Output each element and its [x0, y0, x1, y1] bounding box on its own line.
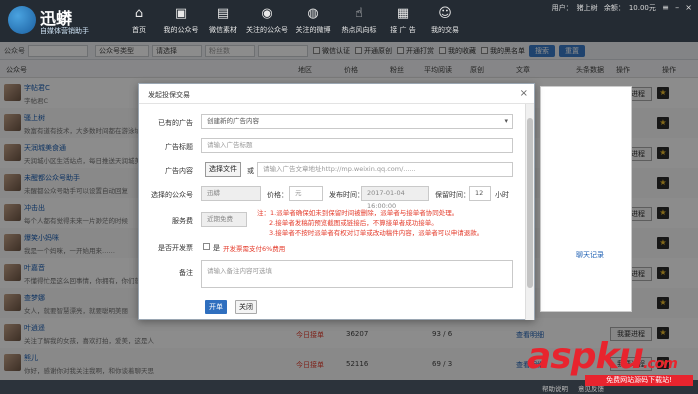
chosen-account-field: 迅蟒 — [201, 186, 261, 201]
user-name[interactable]: 猪上树 — [577, 4, 598, 12]
watermark-subtitle: 免费网站源码下载站! — [585, 375, 693, 386]
invoice-yes-label: 是 — [213, 244, 220, 252]
nav-ads[interactable]: ▦ 接 广 告 — [382, 0, 424, 42]
app-logo: 迅蟒 自媒体营销助手 — [8, 4, 108, 38]
remark-label: 备注 — [179, 269, 193, 277]
watermark-dotcom: .com — [643, 356, 678, 372]
user-icon: ☺ — [438, 6, 452, 21]
price-label: 价格： — [267, 191, 288, 199]
dialog-titlebar: 发起投保交易 × — [139, 84, 534, 104]
user-bar: 用户： 猪上树 余额： 10.00元 ≡ – × — [548, 3, 692, 13]
service-fee-label: 服务费 — [172, 217, 193, 225]
wechat-icon: ◉ — [261, 6, 273, 21]
price-input[interactable]: 元 — [289, 186, 323, 201]
nav-my-trades-label: 我的交易 — [431, 26, 459, 34]
weibo-icon: ◍ — [307, 6, 319, 21]
folder-icon: ▤ — [216, 6, 230, 21]
site-watermark: aspku.com 免费网站源码下载站! — [527, 336, 693, 388]
note-line-2: 2.接单者发稿前预览截图或链接后，不算接单者成功接单。 — [269, 219, 438, 227]
existing-ad-value: 创建新的广告内容 — [207, 117, 259, 125]
chevron-down-icon: ▾ — [504, 117, 508, 125]
thumbs-up-icon: ☝ — [355, 6, 363, 21]
note-line-3: 3.接单者不按时派单者有权对订单或改动稿件内容，派单者可以申请退款。 — [269, 229, 484, 237]
nav-followed-weibo[interactable]: ◍ 关注的微博 — [290, 0, 336, 42]
terms-note: 注：1.派单者确保如未到保留时间被删除，派单者与接单者协同处理。 2.接单者发稿… — [257, 208, 517, 238]
scrollbar-thumb[interactable] — [527, 118, 533, 288]
invoice-tip: 开发票需支付6%费用 — [223, 245, 286, 253]
nav-my-accounts-label: 我的公众号 — [163, 26, 199, 34]
nav-followed-weibo-label: 关注的微博 — [295, 26, 331, 34]
or-label: 或 — [247, 167, 254, 175]
user-label: 用户： — [551, 4, 573, 12]
ad-title-label: 广告标题 — [165, 143, 193, 151]
dialog-scrollbar[interactable] — [525, 104, 534, 320]
minimize-icon[interactable]: – — [675, 3, 679, 12]
publish-time-label: 发布时间： — [329, 191, 364, 199]
watermark-logo: aspku.com — [527, 336, 678, 377]
note-line-1: 1.派单者确保如未到保留时间被删除，派单者与接单者协同处理。 — [270, 209, 459, 217]
nav-materials-label: 微信素材 — [209, 26, 237, 34]
nav-followed-accounts[interactable]: ◉ 关注的公众号 — [244, 0, 290, 42]
balance-value: 10.00元 — [628, 4, 656, 12]
ad-content-label: 广告内容 — [165, 167, 193, 175]
remark-textarea[interactable]: 请输入备注内容可选填 — [201, 260, 513, 288]
account-icon: ▣ — [174, 6, 188, 21]
article-url-input[interactable]: 请输入广告文章地址http://mp.weixin.qq.com/...... — [257, 162, 513, 177]
side-panel — [540, 86, 632, 312]
close-icon[interactable]: × — [520, 88, 528, 99]
balance-label: 余额： — [603, 4, 625, 12]
hours-unit: 小时 — [495, 191, 509, 199]
nav-trends[interactable]: ☝ 热点风向标 — [336, 0, 382, 42]
home-icon: ⌂ — [134, 6, 144, 21]
logo-subtitle: 自媒体营销助手 — [40, 27, 89, 35]
nav-trends-label: 热点风向标 — [341, 26, 377, 34]
keep-hours-input[interactable]: 12 — [469, 186, 491, 201]
submit-button[interactable]: 开单 — [205, 300, 227, 314]
close-button[interactable]: 关闭 — [235, 300, 257, 314]
menu-icon[interactable]: ≡ — [662, 3, 669, 12]
note-title: 注： — [257, 209, 270, 217]
nav-home[interactable]: ⌂ 首页 — [118, 0, 160, 42]
invoice-label: 是否开发票 — [158, 244, 193, 252]
nav-followed-accounts-label: 关注的公众号 — [246, 26, 288, 34]
existing-ad-label: 已有的广告 — [158, 119, 193, 127]
service-fee-field: 近期免费 — [201, 212, 247, 227]
nav-home-label: 首页 — [132, 26, 146, 34]
logo-mark-icon — [8, 6, 36, 34]
dialog-title: 发起投保交易 — [148, 91, 190, 99]
nav-my-accounts[interactable]: ▣ 我的公众号 — [160, 0, 202, 42]
existing-ad-select[interactable]: 创建新的广告内容 ▾ — [201, 114, 513, 129]
invoice-checkbox[interactable] — [203, 243, 210, 250]
choose-file-button[interactable]: 选择文件 — [205, 162, 241, 177]
dialog-body: 已有的广告 创建新的广告内容 ▾ 广告标题 请输入广告标题 广告内容 选择文件 … — [139, 104, 524, 321]
chat-history-link[interactable]: 聊天记录 — [576, 250, 604, 260]
nav-my-trades[interactable]: ☺ 我的交易 — [424, 0, 466, 42]
keep-time-label: 保留时间： — [435, 191, 470, 199]
trade-dialog: 发起投保交易 × 已有的广告 创建新的广告内容 ▾ 广告标题 请输入广告标题 广… — [138, 83, 535, 320]
watermark-main: aspku — [527, 336, 644, 377]
ad-icon: ▦ — [396, 6, 410, 21]
nav-ads-label: 接 广 告 — [390, 26, 416, 34]
close-icon[interactable]: × — [685, 3, 692, 12]
publish-time-input[interactable]: 2017-01-04 16:00:00 — [361, 186, 429, 210]
chosen-account-label: 选择的公众号 — [151, 191, 193, 199]
main-nav: ⌂ 首页 ▣ 我的公众号 ▤ 微信素材 ◉ 关注的公众号 ◍ 关注的微博 ☝ 热点风向标 ▦… — [118, 0, 466, 42]
top-bar: 迅蟒 自媒体营销助手 ⌂ 首页 ▣ 我的公众号 ▤ 微信素材 ◉ 关注的公众号 ◍ 关注的… — [0, 0, 698, 42]
ad-title-input[interactable]: 请输入广告标题 — [201, 138, 513, 153]
nav-materials[interactable]: ▤ 微信素材 — [202, 0, 244, 42]
